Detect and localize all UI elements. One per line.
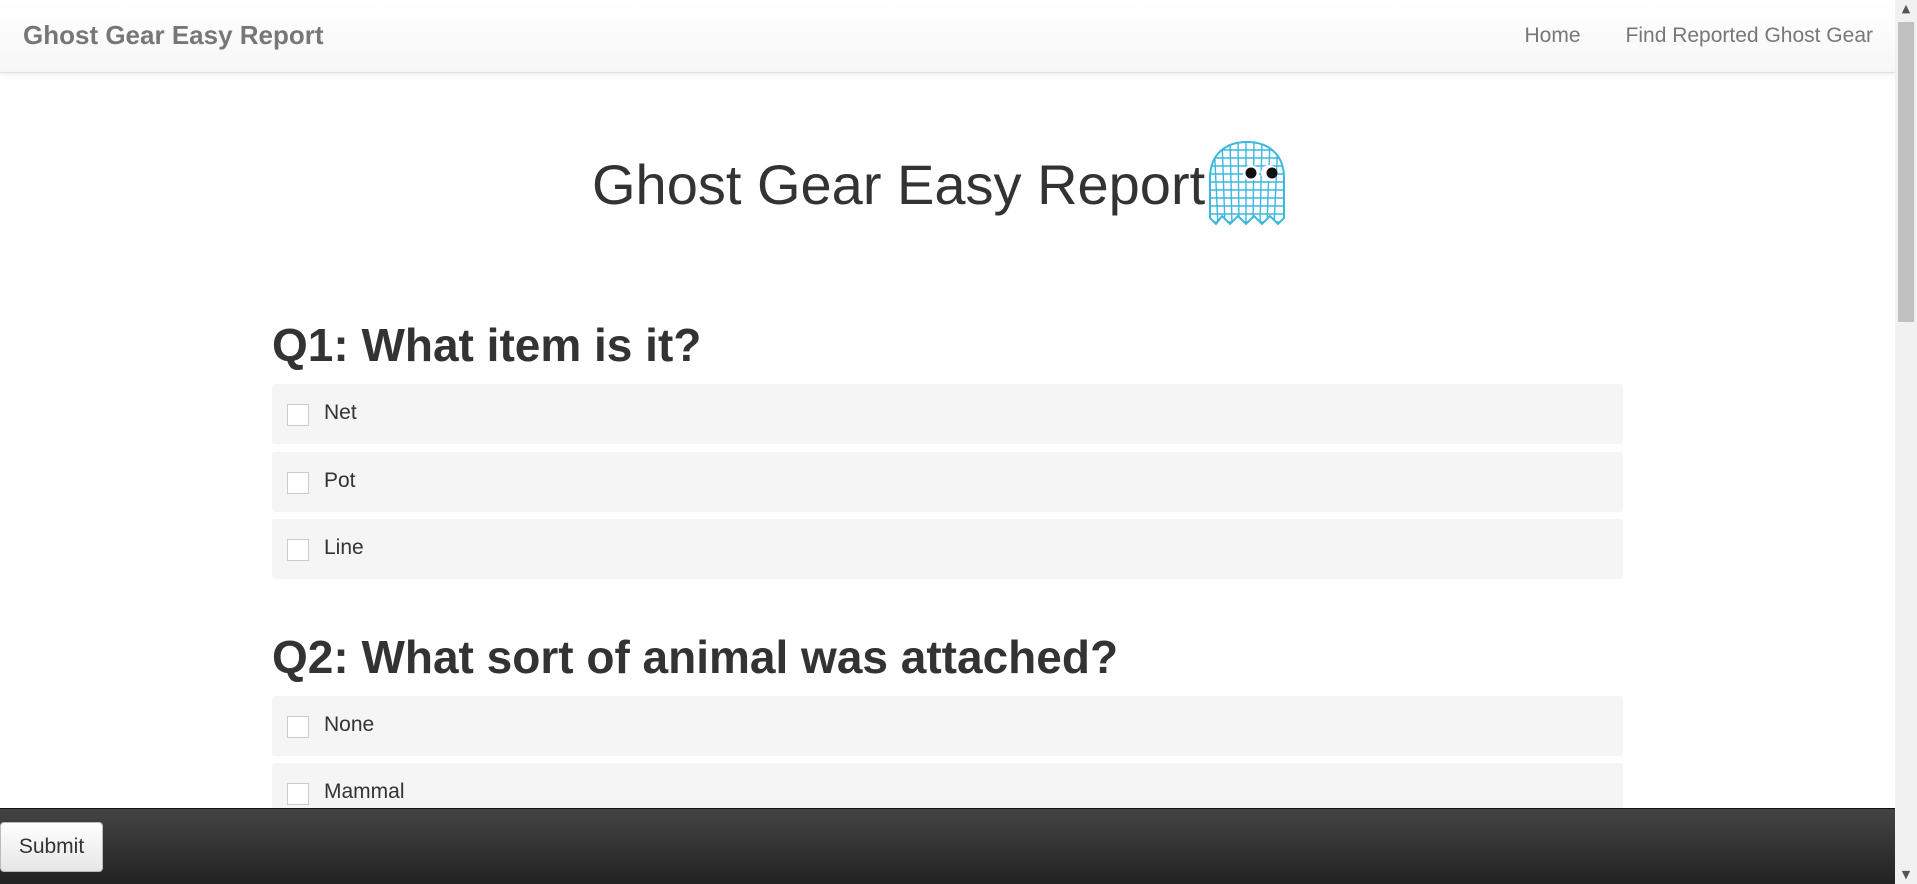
checkbox-line[interactable] bbox=[287, 539, 309, 561]
vertical-scrollbar[interactable]: ▲ ▼ bbox=[1895, 0, 1917, 884]
ghost-net-icon bbox=[1209, 140, 1285, 226]
submit-bar: Submit bbox=[0, 808, 1895, 884]
question-2-title: Q2: What sort of animal was attached? bbox=[272, 631, 1119, 683]
option-label: None bbox=[324, 713, 375, 736]
checkbox-none[interactable] bbox=[287, 716, 309, 738]
scroll-up-arrow-icon[interactable]: ▲ bbox=[1895, 0, 1917, 18]
nav-links: Home Find Reported Ghost Gear bbox=[1525, 24, 1874, 48]
option-net[interactable]: Net bbox=[272, 384, 1623, 444]
option-label: Mammal bbox=[324, 780, 405, 803]
top-navbar: Ghost Gear Easy Report Home Find Reporte… bbox=[0, 0, 1895, 73]
scroll-down-arrow-icon[interactable]: ▼ bbox=[1895, 866, 1917, 884]
nav-link-find-reported-ghost-gear[interactable]: Find Reported Ghost Gear bbox=[1626, 24, 1873, 48]
navbar-brand[interactable]: Ghost Gear Easy Report bbox=[23, 20, 324, 51]
question-1-title: Q1: What item is it? bbox=[272, 319, 702, 371]
option-line[interactable]: Line bbox=[272, 519, 1623, 579]
checkbox-mammal[interactable] bbox=[287, 783, 309, 805]
scrollbar-thumb[interactable] bbox=[1898, 22, 1914, 322]
checkbox-net[interactable] bbox=[287, 404, 309, 426]
page-header: Ghost Gear Easy Report bbox=[272, 140, 1623, 230]
nav-link-home[interactable]: Home bbox=[1525, 24, 1581, 48]
page-title: Ghost Gear Easy Report bbox=[592, 153, 1206, 216]
option-label: Net bbox=[324, 401, 357, 424]
checkbox-pot[interactable] bbox=[287, 472, 309, 494]
option-label: Line bbox=[324, 536, 364, 559]
option-none[interactable]: None bbox=[272, 696, 1623, 756]
submit-button[interactable]: Submit bbox=[0, 822, 103, 872]
option-label: Pot bbox=[324, 469, 356, 492]
option-pot[interactable]: Pot bbox=[272, 452, 1623, 512]
